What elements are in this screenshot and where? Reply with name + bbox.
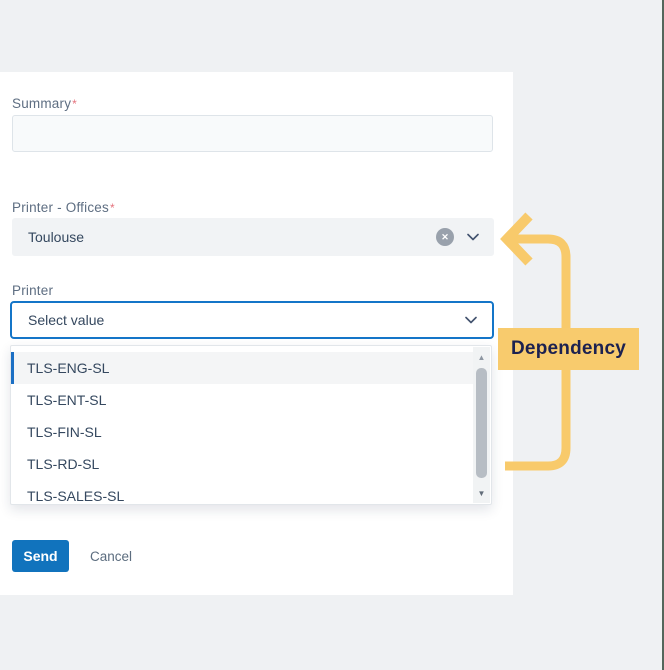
summary-label-text: Summary xyxy=(12,96,72,111)
dropdown-option[interactable]: TLS-ENT-SL xyxy=(11,384,475,416)
printer-offices-label: Printer - Offices* xyxy=(12,200,115,215)
summary-label: Summary* xyxy=(12,96,77,111)
printer-options-dropdown: TLS-ENG-SL TLS-ENT-SL TLS-FIN-SL TLS-RD-… xyxy=(10,345,492,505)
scroll-up-icon[interactable]: ▲ xyxy=(473,349,490,365)
printer-offices-label-text: Printer - Offices xyxy=(12,200,109,215)
printer-select-placeholder: Select value xyxy=(28,312,105,328)
summary-input[interactable] xyxy=(12,115,493,152)
printer-offices-value: Toulouse xyxy=(28,229,85,245)
required-asterisk: * xyxy=(72,97,78,111)
chevron-down-icon[interactable] xyxy=(464,313,478,327)
clear-icon[interactable]: ✕ xyxy=(436,228,454,246)
dependency-badge: Dependency xyxy=(498,328,639,370)
form-card: Summary* Printer - Offices* Toulouse ✕ P… xyxy=(0,72,513,595)
printer-offices-select[interactable]: Toulouse ✕ xyxy=(12,218,494,256)
scroll-down-icon[interactable]: ▼ xyxy=(473,485,490,501)
chevron-down-icon[interactable] xyxy=(466,230,480,244)
dropdown-option[interactable]: TLS-FIN-SL xyxy=(11,416,475,448)
required-asterisk: * xyxy=(109,201,115,215)
dropdown-option[interactable]: TLS-RD-SL xyxy=(11,448,475,480)
printer-label-text: Printer xyxy=(12,283,54,298)
dropdown-scrollbar[interactable]: ▲ ▼ xyxy=(473,347,490,503)
send-button[interactable]: Send xyxy=(12,540,69,572)
scrollbar-thumb[interactable] xyxy=(476,368,487,478)
dropdown-option[interactable]: TLS-ENG-SL xyxy=(11,352,475,384)
cancel-button[interactable]: Cancel xyxy=(90,549,132,564)
screen: Summary* Printer - Offices* Toulouse ✕ P… xyxy=(0,0,664,670)
dropdown-option[interactable]: TLS-SALES-SL xyxy=(11,480,475,504)
printer-label: Printer xyxy=(12,283,53,298)
printer-select[interactable]: Select value xyxy=(10,301,494,339)
